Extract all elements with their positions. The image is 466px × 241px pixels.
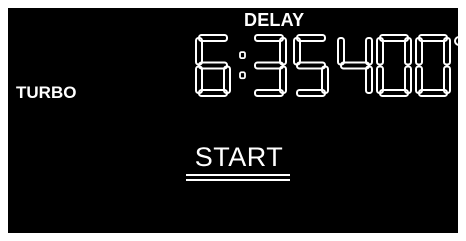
time-digit-2-segment-a (296, 34, 326, 42)
temp-digit-2-segment-b (443, 37, 451, 66)
time-digit-0 (195, 34, 231, 97)
temp-digit-1-segment-d (379, 89, 409, 97)
temp-digit-0-segment-g (340, 61, 370, 70)
temp-digit-0-segment-c (365, 65, 373, 94)
start-underline (186, 174, 290, 181)
temp-digit-0-segment-b (365, 37, 373, 66)
temp-digit-2-segment-a (418, 34, 448, 42)
degree-symbol (454, 36, 458, 46)
time-digit-2-segment-g (296, 61, 326, 70)
time-digit-1-segment-a (254, 34, 284, 42)
temp-digit-1-segment-a (379, 34, 409, 42)
temp-digit-2-segment-e (415, 65, 423, 94)
time-digit-1 (254, 34, 287, 97)
time-colon-dot-1 (239, 71, 246, 80)
temp-digit-1-segment-e (376, 65, 384, 94)
temp-digit-0 (337, 37, 373, 94)
time-digit-1-segment-g (254, 61, 284, 70)
temp-digit-2-segment-f (415, 37, 423, 66)
segment-readout (195, 34, 458, 97)
time-readout (195, 34, 329, 97)
temp-digit-1 (376, 34, 412, 97)
temp-digit-1-segment-f (376, 37, 384, 66)
temp-digit-2 (415, 34, 451, 97)
time-digit-0-segment-f (195, 37, 203, 66)
time-colon (239, 51, 246, 80)
time-digit-2-segment-d (296, 89, 326, 97)
time-digit-2 (293, 34, 329, 97)
time-digit-0-segment-a (198, 34, 228, 42)
temp-digit-1-segment-b (404, 37, 412, 66)
oven-display-panel: DELAY TURBO START (8, 8, 458, 233)
time-colon-dot-0 (239, 51, 246, 60)
time-digit-0-segment-g (198, 61, 228, 70)
time-digit-0-segment-d (198, 89, 228, 97)
time-digit-1-segment-b (279, 37, 287, 66)
temperature-readout (337, 34, 458, 97)
temp-digit-2-segment-d (418, 89, 448, 97)
time-digit-2-segment-f (293, 37, 301, 66)
temp-digit-0-segment-f (337, 37, 345, 66)
start-button[interactable]: START (184, 144, 294, 171)
time-digit-1-segment-d (254, 89, 284, 97)
time-digit-0-segment-c (223, 65, 231, 94)
